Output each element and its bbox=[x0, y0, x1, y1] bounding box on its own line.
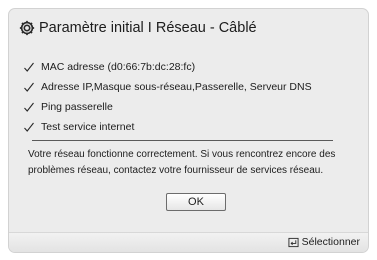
gear-icon bbox=[19, 20, 35, 36]
ok-button[interactable]: OK bbox=[166, 193, 226, 211]
dialog-footer: Sélectionner bbox=[9, 232, 368, 252]
check-item-ip: Adresse IP,Masque sous-réseau,Passerelle… bbox=[23, 77, 353, 97]
check-label: Adresse IP,Masque sous-réseau,Passerelle… bbox=[41, 81, 312, 93]
check-label: Ping passerelle bbox=[41, 101, 113, 113]
check-icon bbox=[24, 102, 34, 112]
divider bbox=[32, 140, 333, 141]
check-icon bbox=[24, 82, 34, 92]
check-item-mac: MAC adresse (d0:66:7b:dc:28:fc) bbox=[23, 57, 353, 77]
dialog-title-bar: Paramètre initial I Réseau - Câblé bbox=[9, 9, 368, 47]
check-list: MAC adresse (d0:66:7b:dc:28:fc) Adresse … bbox=[23, 57, 353, 137]
enter-icon bbox=[288, 237, 299, 247]
check-label: MAC adresse (d0:66:7b:dc:28:fc) bbox=[41, 61, 196, 73]
check-item-ping: Ping passerelle bbox=[23, 97, 353, 117]
status-message: Votre réseau fonctionne correctement. Si… bbox=[28, 149, 336, 176]
check-label: Test service internet bbox=[41, 121, 135, 133]
select-label: Sélectionner bbox=[301, 236, 360, 248]
select-action[interactable]: Sélectionner bbox=[288, 236, 360, 248]
dialog-title: Paramètre initial I Réseau - Câblé bbox=[39, 20, 257, 36]
check-icon bbox=[24, 62, 34, 72]
check-icon bbox=[24, 122, 34, 132]
network-setup-dialog: Paramètre initial I Réseau - Câblé MAC a… bbox=[9, 9, 368, 252]
check-item-internet: Test service internet bbox=[23, 117, 353, 137]
